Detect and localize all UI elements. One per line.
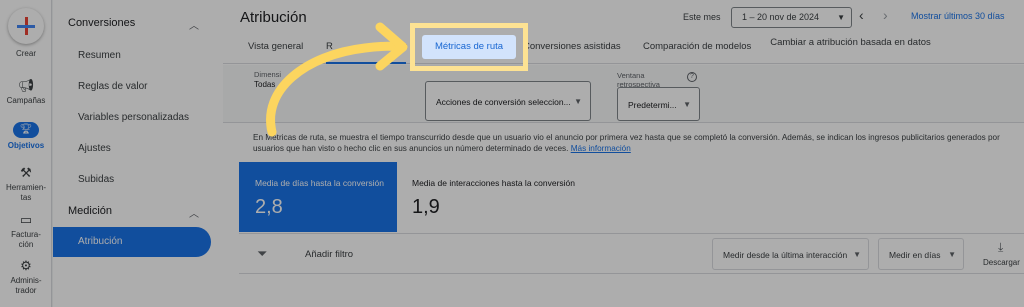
measure-from-select[interactable]: Medir desde la última interacción ▼ [712,238,869,270]
filter-row: Dimensi Todas Acciones de conversión sel… [223,65,1024,123]
rail-item-objectives[interactable]: 🏆︎ Objetivos [0,122,52,151]
tab-model-comparison[interactable]: Comparación de modelos [643,41,751,52]
add-filter-button[interactable]: Añadir filtro [305,249,353,260]
chevron-up-icon[interactable]: ︿ [189,205,199,220]
tab-assisted-conversions[interactable]: Conversiones asistidas [523,41,621,52]
rail-item-campaigns[interactable]: 📢︎ Campañas [0,79,52,106]
nav-item-value-rules[interactable]: Reglas de valor [78,81,147,92]
conversion-actions-value: Acciones de conversión seleccion... [436,97,571,107]
scorecard-avg-interactions[interactable]: Media de interacciones hasta la conversi… [397,162,597,232]
lookback-window-select[interactable]: Predetermi... ▼ [617,87,700,121]
scorecard-label: Media de días hasta la conversión [255,178,384,188]
tools-label: Herramien- tas [5,183,46,202]
create-button[interactable]: Crear [0,8,52,59]
credit-card-icon: ▭ [19,212,33,227]
chevron-left-icon[interactable]: ‹ [859,7,864,23]
gear-icon: ⚙ [20,258,32,273]
conversion-actions-select[interactable]: Acciones de conversión seleccion... ▼ [425,81,591,121]
tab-hidden-partial[interactable]: R [326,41,333,52]
tab-overview[interactable]: Vista general [248,41,303,52]
rail-item-tools[interactable]: ⚒ Herramien- tas [0,166,52,203]
date-range-select[interactable]: 1 – 20 nov de 2024 ▼ [731,7,852,28]
dropdown-caret-icon: ▼ [574,97,582,106]
description-text: En Métricas de ruta, se muestra el tiemp… [253,132,1013,154]
download-icon[interactable]: ⤓ [998,240,1003,255]
dimension-value[interactable]: Todas [254,80,275,89]
megaphone-icon: 📢︎ [17,78,35,93]
sub-navigation: Conversiones ︿ Resumen Reglas de valor V… [53,0,223,307]
active-tab-indicator [326,62,406,64]
highlight-frame: Métricas de ruta [410,23,528,71]
tab-conversion-partial[interactable]: ión [395,41,408,52]
scorecard-value: 2,8 [255,196,283,218]
dimension-label: Dimensi [254,70,282,79]
rail-item-admin[interactable]: ⚙ Adminis- trador [0,259,52,296]
page-title: Atribución [240,9,307,26]
dropdown-caret-icon: ▼ [683,100,691,109]
billing-label: Factura- ción [11,230,41,249]
help-icon[interactable]: ? [687,72,697,82]
nav-item-attribution[interactable]: Atribución [53,227,211,257]
filter-icon[interactable]: ⏷ [257,246,267,262]
left-rail: Crear 📢︎ Campañas 🏆︎ Objetivos ⚒ Herrami… [0,0,52,307]
objectives-label: Objetivos [7,141,45,150]
tab-bar: Vista general R ión Conversiones asistid… [223,32,1024,64]
plus-icon [8,8,44,44]
dropdown-caret-icon: ▼ [948,250,956,259]
nav-item-settings[interactable]: Ajustes [78,143,111,154]
table-toolbar: ⏷ Añadir filtro Medir desde la última in… [239,233,1024,274]
date-label: Este mes [683,12,721,22]
measure-in-select[interactable]: Medir en días ▼ [878,238,964,270]
scorecard-avg-days[interactable]: Media de días hasta la conversión 2,8 [239,162,397,232]
chevron-up-icon[interactable]: ︿ [189,17,199,32]
nav-item-summary[interactable]: Resumen [78,50,121,61]
nav-item-custom-variables[interactable]: Variables personalizadas [78,112,189,123]
show-last-30-days-link[interactable]: Mostrar últimos 30 días [911,11,1005,21]
measure-from-value: Medir desde la última interacción [723,250,848,260]
measure-in-value: Medir en días [889,250,941,260]
learn-more-link[interactable]: Más información [571,144,631,153]
download-button[interactable]: Descargar [983,258,1020,267]
admin-label: Adminis- trador [10,276,42,295]
scorecard-value: 1,9 [412,196,440,218]
section-measurement-header[interactable]: Medición [68,205,112,217]
tab-switch-attribution[interactable]: Cambiar a atribución basada en datos [768,37,933,48]
create-label: Crear [15,49,36,58]
date-range-value: 1 – 20 nov de 2024 [742,12,820,22]
scorecard-label: Media de interacciones hasta la conversi… [412,178,576,188]
tab-path-metrics[interactable]: Métricas de ruta [422,35,516,59]
tab-path-metrics-label: Métricas de ruta [434,41,504,52]
lookback-window-value: Predetermi... [628,100,677,110]
main-content: Atribución Este mes 1 – 20 nov de 2024 ▼… [223,0,1024,307]
dropdown-caret-icon: ▼ [837,13,845,22]
chevron-right-icon[interactable]: › [883,7,888,23]
nav-item-uploads[interactable]: Subidas [78,174,114,185]
campaigns-label: Campañas [6,96,46,105]
dropdown-caret-icon: ▼ [853,250,861,259]
rail-item-billing[interactable]: ▭ Factura- ción [0,213,52,250]
nav-item-attribution-label: Atribución [78,236,123,247]
section-conversions-header[interactable]: Conversiones [68,17,135,29]
tools-icon: ⚒ [20,165,32,180]
trophy-icon: 🏆︎ [13,122,39,138]
